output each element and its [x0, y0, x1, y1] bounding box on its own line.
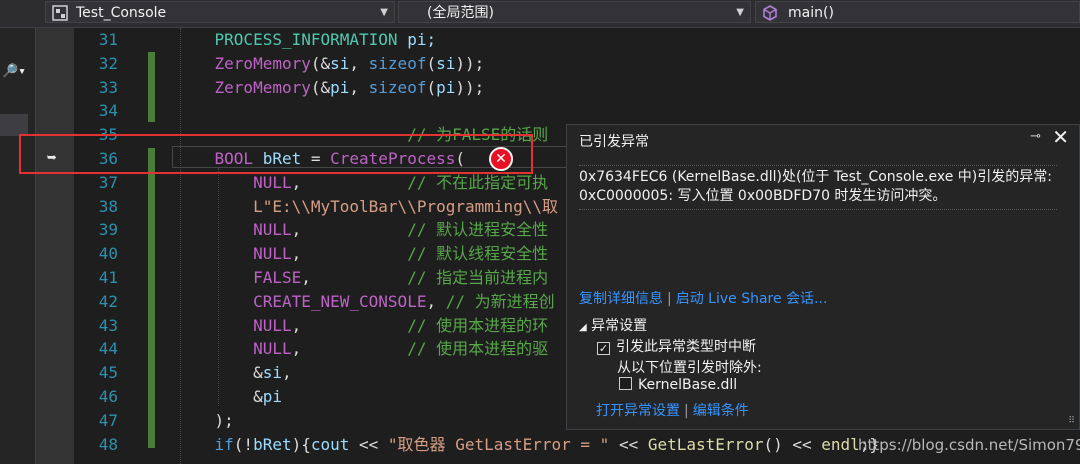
live-share-link[interactable]: 启动 Live Share 会话...	[676, 291, 828, 307]
scope-dropdown[interactable]: (全局范围) ▼	[398, 1, 751, 23]
exception-links: 复制详细信息 | 启动 Live Share 会话...	[579, 288, 827, 308]
link-separator: |	[667, 291, 672, 307]
break-on-type-row[interactable]: ✓ 引发此异常类型时中断	[597, 336, 756, 356]
line-numbers: 31 32 33 34 35 36 37 38 39 40 41 42 43 4…	[74, 28, 118, 456]
except-from-label: 从以下位置引发时除外:	[617, 360, 762, 376]
method-cube-icon	[763, 5, 777, 21]
line-number: 40	[98, 244, 118, 264]
project-icon	[52, 5, 68, 21]
line-number: 48	[98, 434, 118, 454]
watermark: https://blog.csdn.net/Simon798	[858, 436, 1080, 454]
settings-links: 打开异常设置 | 编辑条件	[596, 400, 749, 420]
resize-grip-icon[interactable]: ⠿	[1068, 416, 1075, 426]
pin-icon[interactable]: ⊸	[1030, 129, 1041, 144]
function-name: main()	[788, 5, 834, 21]
highlight-annotation-box	[19, 134, 533, 174]
line-number: 47	[98, 410, 118, 430]
code-line-31: PROCESS_INFORMATION pi;	[214, 30, 437, 49]
change-bar	[148, 52, 155, 100]
line-number: 42	[98, 291, 118, 311]
line-number: 37	[98, 172, 118, 192]
change-bar	[148, 148, 155, 448]
indicator-margin	[36, 28, 74, 464]
editor-navigation-bar: Test_Console ▼ (全局范围) ▼ main()	[0, 0, 1080, 28]
open-exception-settings-link[interactable]: 打开异常设置	[596, 403, 680, 419]
exception-popup: 已引发异常 ⊸ ✕ 0x7634FEC6 (KernelBase.dll)处(位…	[566, 124, 1080, 430]
kernelbase-label: KernelBase.dll	[638, 377, 738, 393]
break-on-type-checkbox[interactable]: ✓	[597, 342, 610, 355]
side-panel-selected-item[interactable]	[0, 114, 28, 136]
project-dropdown[interactable]: Test_Console ▼	[45, 1, 395, 23]
line-number: 45	[98, 363, 118, 383]
exception-settings-header[interactable]: ◢ 异常设置	[579, 315, 647, 335]
line-number: 34	[98, 101, 118, 121]
code-line-33: ZeroMemory(&pi, sizeof(pi));	[214, 77, 485, 97]
side-panel-strip: 🔎▾	[0, 28, 36, 464]
line-number: 46	[98, 386, 118, 406]
kernelbase-checkbox[interactable]	[619, 377, 632, 390]
chevron-down-icon: ▼	[380, 7, 388, 18]
line-number: 33	[98, 77, 118, 97]
exception-title: 已引发异常	[579, 134, 649, 150]
kernelbase-row[interactable]: KernelBase.dll	[619, 377, 737, 393]
line-number: 31	[98, 30, 118, 49]
function-dropdown[interactable]: main()	[755, 1, 1080, 23]
chevron-down-icon: ▼	[736, 7, 744, 18]
link-separator: |	[684, 403, 689, 419]
search-icon[interactable]: 🔎▾	[2, 64, 26, 79]
copy-details-link[interactable]: 复制详细信息	[579, 291, 663, 307]
error-icon: ✕	[489, 147, 513, 171]
exception-message: 0x7634FEC6 (KernelBase.dll)处(位于 Test_Con…	[579, 165, 1057, 210]
line-number: 39	[98, 220, 118, 240]
scope-name: (全局范围)	[427, 5, 494, 21]
close-icon[interactable]: ✕	[1052, 125, 1069, 149]
edit-conditions-link[interactable]: 编辑条件	[693, 403, 749, 419]
collapse-triangle-icon: ◢	[579, 322, 587, 333]
line-number: 32	[98, 53, 118, 73]
change-bar	[148, 100, 155, 122]
line-number: 44	[98, 339, 118, 359]
line-number: 38	[98, 196, 118, 216]
line-number: 41	[98, 267, 118, 287]
line-number: 43	[98, 315, 118, 335]
break-on-type-label: 引发此异常类型时中断	[616, 339, 756, 355]
code-line-32: ZeroMemory(&si, sizeof(si));	[214, 53, 485, 73]
project-name: Test_Console	[76, 5, 167, 21]
